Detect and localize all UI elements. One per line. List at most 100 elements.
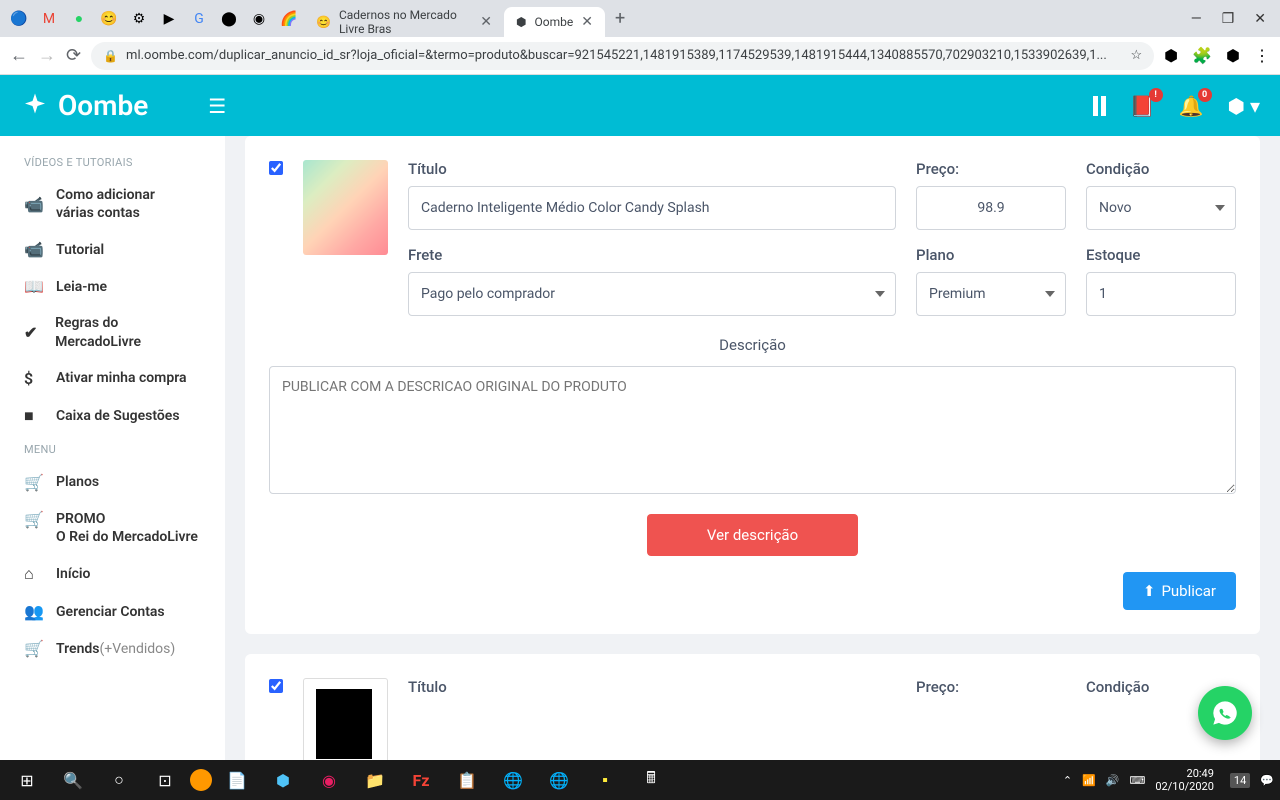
taskbar-app[interactable]: 📁 <box>354 764 396 796</box>
cart-icon: 🛒 <box>24 639 44 658</box>
pinned-tab-play[interactable]: ▶ <box>160 10 178 28</box>
dollar-icon: $ <box>24 369 44 388</box>
bell-icon[interactable]: 🔔0 <box>1179 94 1204 118</box>
pinned-tab-icon[interactable]: 🌈 <box>280 10 298 28</box>
taskbar-app[interactable]: 📋 <box>446 764 488 796</box>
star-icon[interactable]: ☆ <box>1130 48 1142 63</box>
frete-label: Frete <box>408 246 896 264</box>
sidebar-item-suggestions[interactable]: ■Caixa de Sugestões <box>0 397 225 435</box>
sidebar-item-promo[interactable]: 🛒PROMOO Rei do MercadoLivre <box>0 501 225 555</box>
product-card: Título Preço: Condição <box>245 654 1260 760</box>
sidebar-item-tutorial[interactable]: 📹Tutorial <box>0 231 225 268</box>
tray-network-icon[interactable]: 📶 <box>1082 774 1096 787</box>
url-text: ml.oombe.com/duplicar_anuncio_id_sr?loja… <box>126 48 1107 63</box>
select-checkbox[interactable] <box>269 679 283 693</box>
pinned-tab-icon[interactable]: 😊 <box>100 10 118 28</box>
browser-tab-active[interactable]: ⬢ Oombe ✕ <box>504 7 605 37</box>
tab-close-icon[interactable]: ✕ <box>480 14 492 30</box>
video-icon: 📹 <box>24 240 44 259</box>
taskbar-app[interactable]: ▪ <box>584 764 626 796</box>
condicao-select[interactable]: Novo <box>1086 186 1236 230</box>
plano-label: Plano <box>916 246 1066 264</box>
extensions-icon[interactable]: 🧩 <box>1192 46 1212 65</box>
taskbar-app[interactable]: ◉ <box>308 764 350 796</box>
titulo-label: Título <box>408 678 896 696</box>
back-button[interactable]: ← <box>10 45 28 66</box>
reload-button[interactable]: ⟳ <box>66 45 81 66</box>
start-button[interactable]: ⊞ <box>6 764 48 796</box>
pinned-tab-whatsapp[interactable]: ● <box>70 10 88 28</box>
extension-icon[interactable]: ⬢ <box>1164 46 1178 65</box>
whatsapp-float-button[interactable] <box>1198 686 1252 740</box>
cortana-button[interactable]: ○ <box>98 764 140 796</box>
new-tab-button[interactable]: + <box>615 8 625 29</box>
taskbar-app[interactable]: ⬢ <box>262 764 304 796</box>
search-button[interactable]: 🔍 <box>52 764 94 796</box>
frete-select[interactable]: Pago pelo comprador <box>408 272 896 316</box>
hamburger-icon[interactable]: ☰ <box>208 94 226 118</box>
pinned-tab-icon[interactable]: 🔵 <box>10 10 28 28</box>
tray-notifications[interactable]: 14 <box>1230 773 1250 788</box>
descricao-textarea[interactable] <box>269 366 1236 494</box>
sidebar-item-planos[interactable]: 🛒Planos <box>0 464 225 501</box>
plano-select[interactable]: Premium <box>916 272 1066 316</box>
tray-volume-icon[interactable]: 🔊 <box>1106 774 1120 787</box>
pinned-tab-chrome[interactable]: ◉ <box>250 10 268 28</box>
ver-descricao-button[interactable]: Ver descrição <box>647 514 858 556</box>
minimize-button[interactable]: — <box>1191 11 1202 27</box>
preco-label: Preço: <box>916 160 1066 178</box>
pause-button[interactable] <box>1093 96 1106 116</box>
bell-badge: 0 <box>1198 88 1212 102</box>
taskbar-chrome[interactable]: 🌐 <box>492 764 534 796</box>
extension-icon[interactable]: ⬢ <box>1226 46 1240 65</box>
box-icon: ■ <box>24 406 44 426</box>
windows-taskbar: ⊞ 🔍 ○ ⊡ 📄 ⬢ ◉ 📁 Fz 📋 🌐 🌐 ▪ 🖩 ⌃ 📶 🔊 ⌨ 20:… <box>0 760 1280 800</box>
pinned-tab-google[interactable]: G <box>190 10 208 28</box>
logo-icon <box>20 91 50 121</box>
tab-title: Cadernos no Mercado Livre Bras <box>339 8 472 36</box>
system-clock[interactable]: 20:49 02/10/2020 <box>1155 767 1220 793</box>
select-checkbox[interactable] <box>269 161 283 175</box>
taskbar-filezilla[interactable]: Fz <box>400 764 442 796</box>
tray-chevron[interactable]: ⌃ <box>1063 774 1072 787</box>
sidebar-item-inicio[interactable]: ⌂Início <box>0 555 225 593</box>
tray-language[interactable]: ⌨ <box>1129 774 1145 787</box>
forward-button[interactable]: → <box>38 45 56 66</box>
product-card: Título Preço: Condição Novo Frete Pago p… <box>245 136 1260 634</box>
sidebar-section-title: MENU <box>0 435 225 464</box>
pinned-tab-github[interactable]: ⬤ <box>220 10 238 28</box>
users-icon: 👥 <box>24 602 44 621</box>
chrome-menu-icon[interactable]: ⋮ <box>1254 46 1270 65</box>
publicar-button[interactable]: ⬆Publicar <box>1123 572 1236 610</box>
sidebar-item-activate[interactable]: $Ativar minha compra <box>0 360 225 397</box>
titulo-input[interactable] <box>408 186 896 230</box>
maximize-button[interactable]: ❐ <box>1222 11 1235 27</box>
close-window-button[interactable]: ✕ <box>1254 11 1266 27</box>
url-bar[interactable]: 🔒 ml.oombe.com/duplicar_anuncio_id_sr?lo… <box>91 42 1154 70</box>
sidebar-item-trends[interactable]: 🛒Trends(+Vendidos) <box>0 630 225 667</box>
upload-icon: ⬆ <box>1143 582 1156 600</box>
sidebar: VÍDEOS e TUTORIAIS 📹Como adicionar vária… <box>0 136 225 760</box>
book-icon[interactable]: 📕! <box>1130 94 1155 118</box>
sidebar-item-rules[interactable]: ✔Regras do MercadoLivre <box>0 305 225 359</box>
preco-input[interactable] <box>916 186 1066 230</box>
taskview-button[interactable]: ⊡ <box>144 764 186 796</box>
app-logo[interactable]: Oombe <box>20 89 148 122</box>
home-icon: ⌂ <box>24 564 44 584</box>
taskbar-chrome[interactable]: 🌐 <box>538 764 580 796</box>
action-center-icon[interactable]: 💬 <box>1260 774 1274 787</box>
pinned-tab-icon[interactable]: ⚙ <box>130 10 148 28</box>
estoque-input[interactable] <box>1086 272 1236 316</box>
taskbar-app[interactable] <box>190 769 212 791</box>
pinned-tab-gmail[interactable]: M <box>40 10 58 28</box>
sidebar-item-accounts[interactable]: 👥Gerenciar Contas <box>0 593 225 630</box>
taskbar-calculator[interactable]: 🖩 <box>630 764 672 796</box>
tab-close-icon[interactable]: ✕ <box>581 14 593 30</box>
user-menu[interactable]: ⬢ ▾ <box>1228 94 1260 118</box>
taskbar-app[interactable]: 📄 <box>216 764 258 796</box>
sidebar-item-readme[interactable]: 📖Leia-me <box>0 268 225 305</box>
browser-tab[interactable]: 😊 Cadernos no Mercado Livre Bras ✕ <box>304 1 504 43</box>
browser-extensions: ⬢ 🧩 ⬢ ⋮ <box>1164 46 1270 65</box>
sidebar-item-add-accounts[interactable]: 📹Como adicionar várias contas <box>0 177 225 231</box>
product-image <box>303 160 388 255</box>
